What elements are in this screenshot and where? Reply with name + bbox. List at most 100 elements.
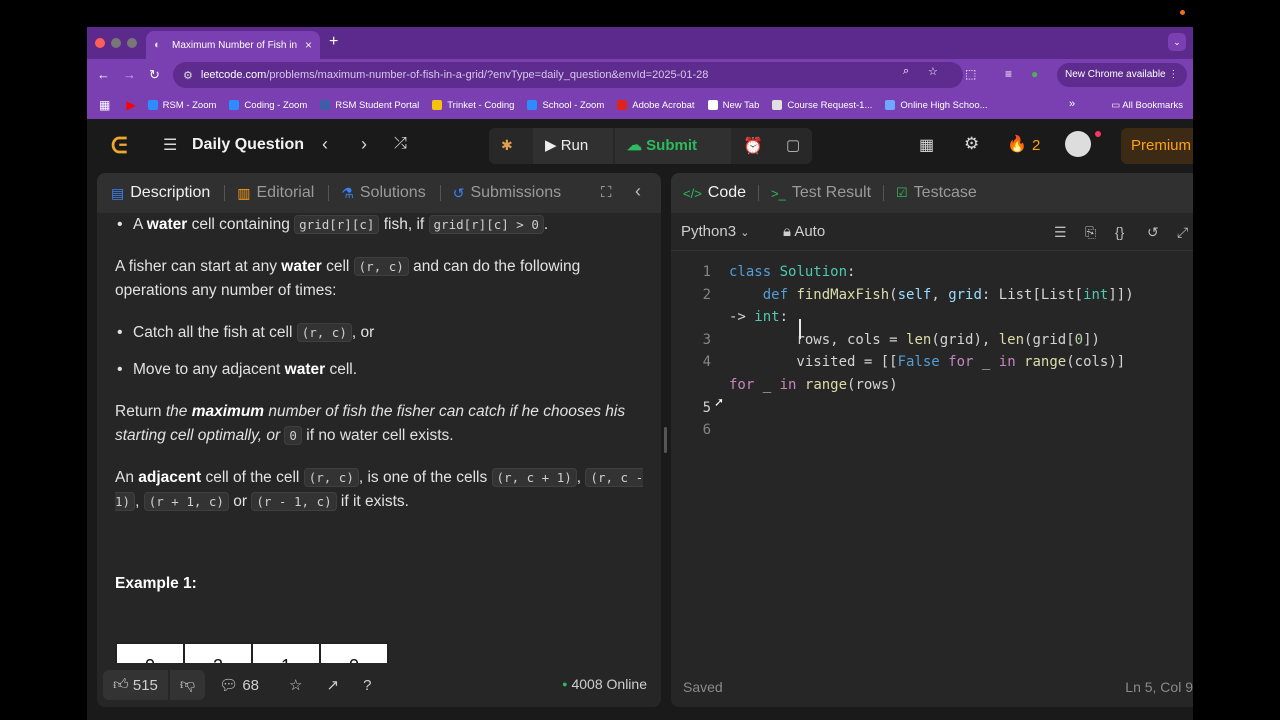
- tab-description[interactable]: ▤ Description: [111, 184, 210, 202]
- expand-icon[interactable]: ⤢: [1177, 224, 1188, 241]
- language-label: Python3: [681, 223, 737, 240]
- premium-button[interactable]: Premium: [1121, 128, 1193, 164]
- settings-gear-icon[interactable]: ⚙: [964, 134, 979, 154]
- next-problem-chevron-icon[interactable]: ›: [361, 134, 367, 155]
- bookmark-item[interactable]: School - Zoom: [527, 100, 604, 111]
- code-brackets-icon: </>: [683, 185, 702, 201]
- bookmark-star-icon[interactable]: ☆: [928, 65, 938, 78]
- italic-text: the: [165, 403, 192, 420]
- comments-button[interactable]: 💬︎ 68: [219, 676, 260, 695]
- extensions-icon[interactable]: ⬚: [965, 67, 976, 81]
- close-window-button[interactable]: [95, 38, 105, 48]
- submit-button[interactable]: ☁ Submit: [615, 128, 731, 164]
- kebab-menu-icon[interactable]: ⋮: [1168, 69, 1178, 80]
- maximize-window-button[interactable]: [127, 38, 137, 48]
- lock-icon: 🔒︎: [783, 223, 791, 240]
- tab-search-chevron-icon[interactable]: ⌄: [1168, 33, 1186, 51]
- shuffle-icon[interactable]: ⤮: [394, 135, 407, 153]
- pane-resize-handle[interactable]: [664, 427, 667, 453]
- inline-code: (r - 1, c): [251, 492, 337, 511]
- reset-icon[interactable]: ↺: [1147, 224, 1159, 241]
- zoom-icon[interactable]: ⌕: [903, 65, 909, 78]
- tab-code[interactable]: </> Code: [683, 184, 746, 202]
- new-tab-button[interactable]: +: [329, 33, 338, 51]
- language-select[interactable]: Python3 ⌄: [681, 223, 749, 240]
- format-icon[interactable]: ☰: [1054, 224, 1067, 241]
- site-info-icon[interactable]: ⚙: [183, 69, 193, 82]
- code-editor[interactable]: 1 class Solution: 2 def findMaxFish(self,…: [671, 261, 1193, 442]
- share-icon: ↗: [326, 677, 340, 694]
- leetcode-favicon-icon: ◐: [154, 39, 161, 51]
- bookmark-label: Course Request-1...: [787, 99, 873, 111]
- new-chrome-available-button[interactable]: New Chrome available ⋮: [1057, 63, 1187, 87]
- forward-arrow-icon[interactable]: →: [123, 67, 136, 82]
- text: fish, if: [379, 216, 429, 233]
- help-button[interactable]: ?: [363, 677, 371, 694]
- bookmark-icon[interactable]: ⎘: [1085, 224, 1096, 241]
- submit-label: Submit: [646, 137, 698, 154]
- tab-label: Test Result: [791, 184, 872, 201]
- bookmark-item[interactable]: Course Request-1...: [772, 100, 872, 111]
- prev-problem-chevron-icon[interactable]: ‹: [322, 134, 328, 155]
- minimize-window-button[interactable]: [111, 38, 121, 48]
- like-count: 515: [132, 676, 158, 694]
- cursor-position: Ln 5, Col 9: [1125, 679, 1193, 695]
- notes-icon[interactable]: ▢: [786, 136, 800, 154]
- like-button[interactable]: 👍︎ 515: [103, 670, 168, 700]
- collapse-chevron-icon[interactable]: ‹: [635, 181, 641, 202]
- tab-solutions[interactable]: ⚗ Solutions: [341, 184, 425, 202]
- tab-submissions[interactable]: ↺ Submissions: [453, 184, 561, 202]
- layout-grid-icon[interactable]: ▦: [919, 135, 934, 155]
- bookmark-item[interactable]: Trinket - Coding: [432, 100, 514, 111]
- bookmark-favicon-icon: [527, 100, 538, 110]
- auto-mode-toggle[interactable]: 🔒︎ Auto: [783, 223, 825, 240]
- reload-icon[interactable]: ↻: [149, 67, 160, 83]
- back-arrow-icon[interactable]: ←: [97, 67, 110, 82]
- bookmark-item[interactable]: RSM - Zoom: [147, 100, 216, 111]
- bookmark-item[interactable]: Adobe Acrobat: [617, 100, 695, 111]
- apps-grid-icon[interactable]: ▦: [99, 98, 110, 112]
- debug-bug-icon[interactable]: ✱: [501, 137, 513, 154]
- favorite-button[interactable]: ☆: [289, 676, 302, 694]
- browser-tab[interactable]: ◐ Maximum Number of Fish in a Grid ×: [146, 31, 320, 59]
- close-tab-icon[interactable]: ×: [305, 38, 312, 52]
- fullscreen-icon[interactable]: ⛶: [601, 184, 612, 201]
- tab-editorial[interactable]: ▥ Editorial: [237, 184, 314, 202]
- tab-test-result[interactable]: >_ Test Result: [771, 184, 871, 202]
- run-button[interactable]: ▶ Run: [533, 128, 613, 164]
- avatar[interactable]: [1065, 131, 1091, 157]
- all-bookmarks-folder[interactable]: ▭ All Bookmarks: [1111, 100, 1183, 111]
- tab-testcase[interactable]: ☑ Testcase: [896, 184, 977, 202]
- text: cell.: [325, 361, 358, 378]
- media-controls-icon[interactable]: ≡: [1005, 67, 1012, 81]
- text: if no water cell exists.: [301, 427, 454, 444]
- text: , is one of the cells: [358, 469, 492, 486]
- text: cell: [321, 258, 354, 275]
- bookmark-item[interactable]: New Tab: [707, 99, 760, 111]
- bookmark-item[interactable]: Coding - Zoom: [229, 100, 307, 111]
- daily-question-title[interactable]: Daily Question: [192, 136, 304, 154]
- bookmark-item[interactable]: Online High Schoo...: [885, 100, 988, 111]
- bookmark-label: New Tab: [722, 99, 760, 111]
- problem-list-icon[interactable]: ☰: [163, 135, 177, 155]
- more-bookmarks-icon[interactable]: »: [1069, 98, 1075, 110]
- alarm-clock-icon[interactable]: ⏰: [743, 136, 763, 156]
- dislike-button[interactable]: 👎︎: [169, 670, 206, 700]
- address-bar[interactable]: ⚙ leetcode.com/problems/maximum-number-o…: [173, 62, 963, 88]
- play-icon: ▶: [545, 137, 561, 154]
- book-icon: ▥: [237, 184, 251, 201]
- profile-icon[interactable]: ●: [1031, 67, 1038, 81]
- list-item: Catch all the fish at cell (r, c), or: [115, 321, 645, 345]
- share-button[interactable]: ↗: [326, 676, 339, 694]
- youtube-icon[interactable]: ▶: [126, 98, 135, 112]
- inline-code: (r, c + 1): [491, 468, 577, 487]
- inline-code: 0: [284, 426, 302, 445]
- braces-icon[interactable]: {}: [1115, 224, 1124, 240]
- streak-flame-icon[interactable]: 🔥: [1007, 134, 1027, 154]
- browser-toolbar: ← → ↻ ⚙ leetcode.com/problems/maximum-nu…: [87, 59, 1193, 91]
- bookmark-item[interactable]: RSM Student Portal: [320, 100, 419, 111]
- leetcode-logo-icon[interactable]: ᕮ: [111, 133, 127, 159]
- mode-label: Auto: [794, 223, 826, 240]
- comment-count: 68: [242, 676, 260, 694]
- paragraph: An adjacent cell of the cell (r, c), is …: [115, 466, 645, 514]
